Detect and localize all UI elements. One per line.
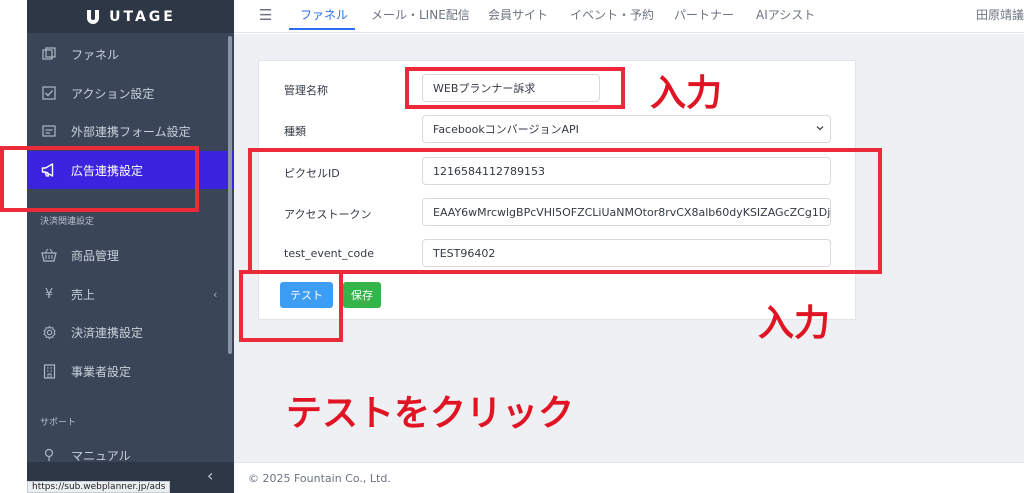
sidebar-item-products[interactable]: 商品管理 <box>27 236 234 274</box>
tab-funnel[interactable]: ファネル <box>300 6 348 23</box>
sidebar-item-label: 商品管理 <box>71 248 120 263</box>
type-select[interactable]: FacebookコンバージョンAPI <box>422 115 831 143</box>
tab-event-booking[interactable]: イベント・予約 <box>570 6 654 23</box>
tab-member-site[interactable]: 会員サイト <box>488 6 548 23</box>
highlight-api-fields <box>248 148 882 274</box>
user-name[interactable]: 田原靖議 <box>976 6 1024 23</box>
tab-ai-assist[interactable]: AIアシスト <box>756 6 815 23</box>
sidebar-item-label: 外部連携フォーム設定 <box>71 124 191 139</box>
type-label: 種類 <box>284 125 306 138</box>
pin-icon <box>41 447 57 463</box>
annotation-click-test: テストをクリック <box>286 392 575 434</box>
top-nav: ☰ ファネル メール・LINE配信 会員サイト イベント・予約 パートナー AI… <box>234 0 1024 33</box>
sidebar-item-action-settings[interactable]: アクション設定 <box>27 74 234 112</box>
hamburger-icon[interactable]: ☰ <box>259 6 272 24</box>
collapse-sidebar-icon[interactable]: ‹ <box>207 466 213 485</box>
sidebar-item-sales[interactable]: ¥ 売上 ‹ <box>27 275 234 313</box>
highlight-test-button <box>239 270 343 342</box>
building-icon <box>41 363 57 379</box>
logo-icon <box>87 9 100 24</box>
sidebar-item-external-form[interactable]: 外部連携フォーム設定 <box>27 112 234 150</box>
checkbox-icon <box>41 85 57 101</box>
chevron-down-icon <box>816 126 824 131</box>
sidebar-item-label: マニュアル <box>71 448 131 463</box>
left-margin <box>0 0 27 493</box>
gear-icon <box>41 324 57 340</box>
status-bar-url: https://sub.webplanner.jp/ads <box>27 481 171 493</box>
form-icon <box>41 123 57 139</box>
page-footer: © 2025 Fountain Co., Ltd. <box>234 462 1024 493</box>
sidebar-item-label: 事業者設定 <box>71 364 132 379</box>
sidebar-item-funnel[interactable]: ファネル <box>27 35 234 73</box>
copyright: © 2025 Fountain Co., Ltd. <box>248 472 391 485</box>
section-payment: 決済関連設定 <box>40 217 95 227</box>
sidebar-item-label: 決済連携設定 <box>71 325 144 340</box>
sidebar-item-business[interactable]: 事業者設定 <box>27 352 234 390</box>
annotation-input-2: 入力 <box>758 302 831 344</box>
funnel-icon <box>41 46 57 62</box>
sidebar-item-payment-integration[interactable]: 決済連携設定 <box>27 313 234 351</box>
name-label: 管理名称 <box>284 84 328 97</box>
section-support: サポート <box>40 418 77 428</box>
annotation-input-1: 入力 <box>650 72 723 114</box>
sidebar-scrollbar[interactable] <box>228 36 232 354</box>
chevron-left-icon: ‹ <box>213 287 218 301</box>
active-tab-indicator <box>289 28 355 30</box>
sidebar: UTAGE ファネル アクション設定 外部連携フォーム設定 広告連携設定 決済関… <box>27 0 234 493</box>
yen-icon: ¥ <box>44 286 54 302</box>
save-button[interactable]: 保存 <box>343 282 381 308</box>
logo[interactable]: UTAGE <box>27 0 234 33</box>
sidebar-item-label: ファネル <box>71 47 120 62</box>
basket-icon <box>41 247 57 263</box>
sidebar-item-label: アクション設定 <box>71 86 155 101</box>
sidebar-item-label: 売上 <box>71 287 96 302</box>
tab-mail-line[interactable]: メール・LINE配信 <box>371 6 470 23</box>
highlight-name-input <box>405 67 625 109</box>
highlight-ad-integration <box>0 146 199 212</box>
tab-partner[interactable]: パートナー <box>674 6 734 23</box>
type-select-value: FacebookコンバージョンAPI <box>433 123 579 136</box>
logo-text: UTAGE <box>109 8 176 25</box>
